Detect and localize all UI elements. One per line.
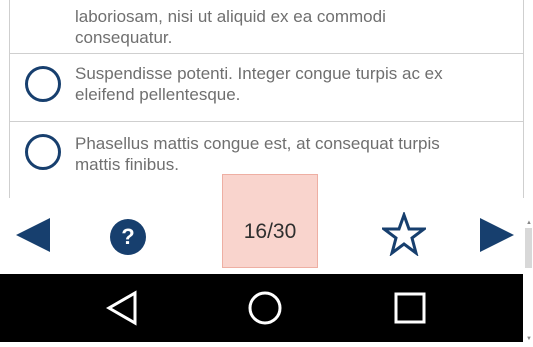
scroll-up-arrow-icon[interactable]: ▲ [526,220,532,226]
star-outline-icon [382,212,426,256]
question-nav-bar: ? 16/30 [0,174,533,274]
favorite-button[interactable] [380,212,428,256]
scroll-down-arrow-icon[interactable]: ▼ [526,336,532,342]
radio-button-icon[interactable] [25,134,61,170]
next-button[interactable] [476,216,518,254]
back-triangle-icon [105,290,137,326]
scrollbar-thumb[interactable] [525,228,532,268]
frame-border-right [523,0,524,198]
question-counter: 16/30 [243,220,297,243]
frame-border-left [9,0,10,198]
system-home-button[interactable] [243,274,287,342]
system-recents-button[interactable] [388,274,432,342]
system-back-button[interactable] [100,274,144,342]
help-icon: ? [110,219,146,255]
answer-option-1[interactable]: Suspendisse potenti. Integer congue turp… [10,54,524,122]
radio-button-icon[interactable] [25,66,61,102]
triangle-left-icon [16,218,50,252]
triangle-right-icon [480,218,514,252]
system-nav-bar [0,274,523,342]
recents-square-icon [394,292,426,324]
question-text-partial: laboriosam, nisi ut aliquid ex ea commod… [75,7,386,47]
answer-option-label: Suspendisse potenti. Integer congue turp… [75,64,443,104]
previous-button[interactable] [12,216,54,254]
answer-option-label: Phasellus mattis congue est, at consequa… [75,134,440,174]
home-circle-icon [248,291,282,325]
help-button[interactable]: ? [107,217,149,257]
question-content: laboriosam, nisi ut aliquid ex ea commod… [10,0,524,198]
app-screen: laboriosam, nisi ut aliquid ex ea commod… [0,0,533,347]
